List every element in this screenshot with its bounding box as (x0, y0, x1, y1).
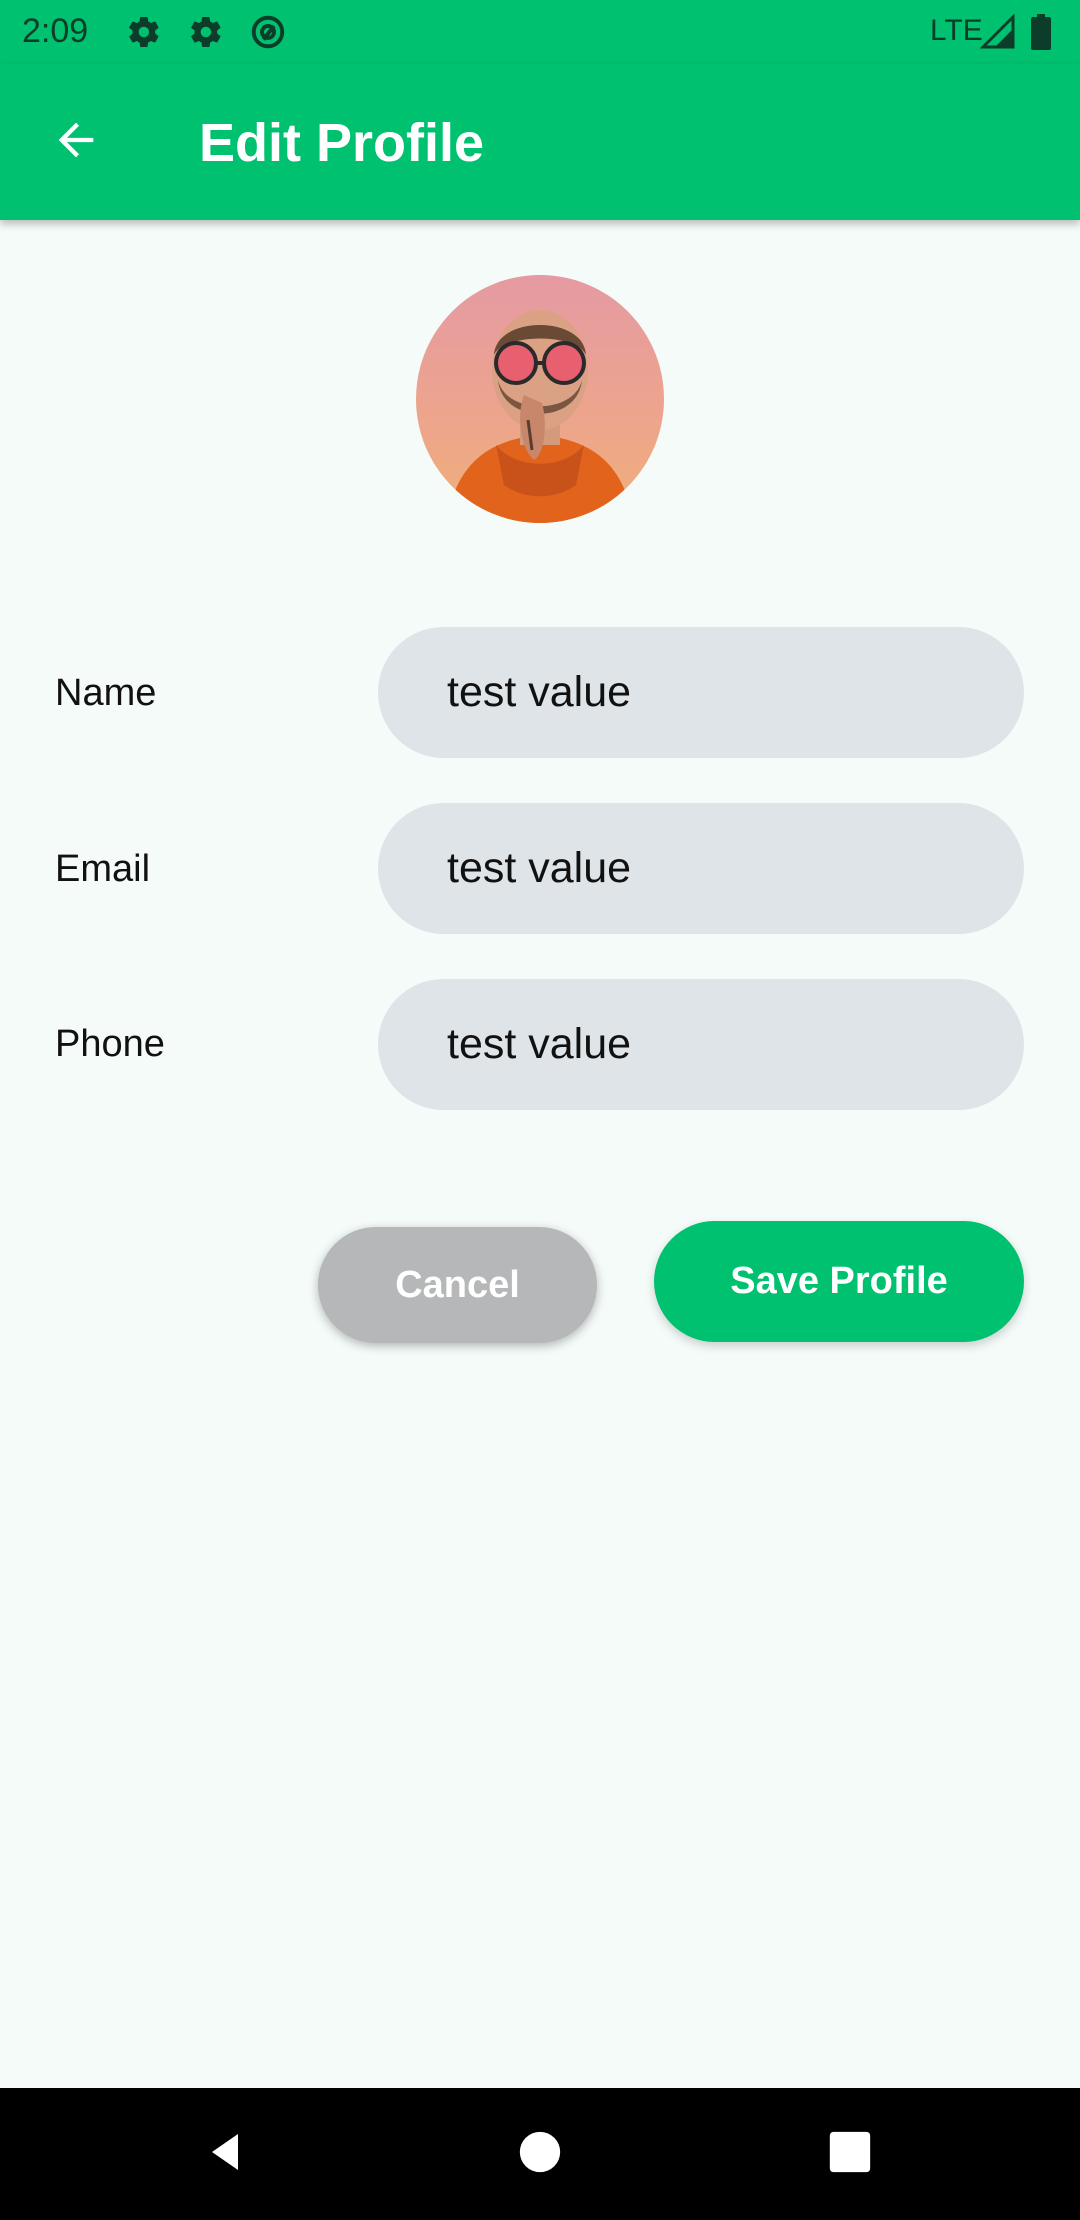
settings-icon (126, 14, 162, 50)
phone-field[interactable]: test value (378, 979, 1024, 1110)
status-time: 2:09 (22, 12, 89, 50)
back-triangle-icon (202, 2128, 250, 2181)
nav-home-button[interactable] (504, 2118, 576, 2190)
page-title: Edit Profile (199, 113, 485, 173)
home-circle-icon (518, 2130, 562, 2179)
nav-recents-button[interactable] (814, 2118, 886, 2190)
settings-icon (188, 14, 224, 50)
phone-label: Phone (55, 1023, 165, 1065)
avatar[interactable] (416, 275, 664, 523)
back-button[interactable] (40, 106, 112, 178)
save-profile-button[interactable]: Save Profile (654, 1221, 1024, 1342)
arrow-left-icon (50, 114, 102, 171)
email-field[interactable]: test value (378, 803, 1024, 934)
network-type: LTE (930, 14, 983, 47)
at-sign-icon (250, 14, 286, 50)
system-nav-bar (0, 2088, 1080, 2220)
recents-square-icon (828, 2130, 872, 2179)
cancel-button[interactable]: Cancel (318, 1227, 597, 1343)
name-label: Name (55, 672, 157, 714)
name-field[interactable]: test value (378, 627, 1024, 758)
edit-profile-screen: 2:09 LTE Edit Profile Name test value Em… (0, 0, 1080, 2220)
signal-icon (979, 13, 1016, 50)
battery-icon (1030, 14, 1052, 50)
nav-back-button[interactable] (190, 2118, 262, 2190)
email-label: Email (55, 848, 151, 890)
status-bar: 2:09 LTE (0, 0, 1080, 64)
app-bar: Edit Profile (0, 64, 1080, 220)
